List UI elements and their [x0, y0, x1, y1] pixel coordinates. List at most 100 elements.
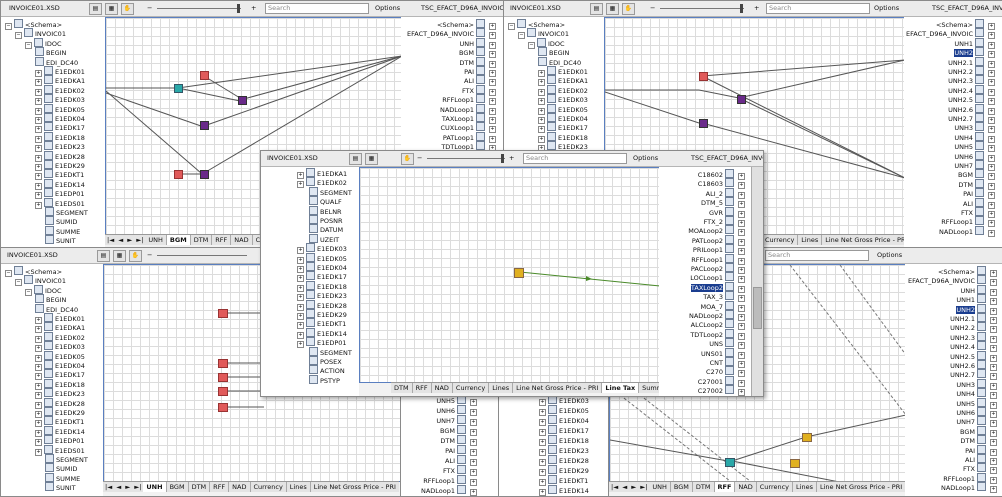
tree-node[interactable]: SUMID — [45, 216, 77, 226]
target-node[interactable]: PATLoop2 + — [692, 234, 747, 246]
zoom-slider[interactable] — [427, 158, 505, 159]
search-input[interactable]: Search — [523, 153, 627, 164]
function-node[interactable] — [802, 433, 812, 442]
tree-node[interactable]: + E1EDK14 — [297, 327, 347, 339]
tree-node[interactable]: + E1EDK01 — [35, 313, 85, 324]
zoom-slider[interactable] — [157, 255, 247, 256]
tree-node[interactable]: +E1EDK28 — [35, 397, 85, 409]
tab-scroll-icon[interactable]: ◄ — [114, 482, 123, 492]
tree-node[interactable]: + E1EDKT1 — [35, 169, 84, 181]
tree-node[interactable]: − INVOIC01 — [518, 28, 569, 40]
function-node[interactable] — [218, 373, 228, 382]
function-node[interactable] — [790, 459, 800, 468]
target-node[interactable]: NADLoop2 + — [689, 310, 747, 321]
tree-node[interactable]: +E1EDK28 — [539, 455, 589, 466]
tree-node[interactable]: + E1EDK17 — [35, 122, 85, 134]
target-node[interactable]: NADLoop1 + — [941, 482, 999, 494]
tab[interactable]: RFF — [413, 383, 432, 393]
tab[interactable]: Currency — [453, 383, 490, 393]
target-node[interactable]: UNH2.3 + — [948, 75, 997, 87]
tree-node[interactable]: − <Schema> — [5, 266, 62, 277]
tree-node[interactable]: BELNR — [309, 205, 342, 216]
target-node[interactable]: PAI + — [464, 66, 498, 77]
tree-node[interactable]: UZEIT — [309, 233, 339, 244]
target-node[interactable]: DTM + — [958, 178, 997, 190]
grid-icon[interactable]: ▦ — [606, 3, 619, 15]
tree-node[interactable]: + E1EDK04 — [35, 113, 85, 124]
tree-node[interactable]: + E1EDP01 — [35, 188, 85, 200]
scrollbar-thumb[interactable] — [753, 287, 762, 329]
hand-icon[interactable]: ✋ — [401, 153, 414, 165]
zoom-out-icon[interactable]: − — [650, 4, 655, 12]
layout-icon[interactable]: ▤ — [89, 3, 102, 15]
tree-node[interactable]: + E1EDK18 — [35, 131, 85, 143]
tab[interactable]: RFF — [212, 235, 232, 245]
options-menu[interactable]: Options — [375, 4, 400, 12]
tree-node[interactable]: + E1EDK02 — [538, 84, 588, 96]
tree-node[interactable]: + E1EDK17 — [538, 122, 588, 134]
target-node[interactable]: UNH2.2 + — [950, 322, 999, 334]
tab[interactable]: Lines — [287, 482, 311, 492]
tree-node[interactable]: DATUM — [309, 224, 343, 234]
tree-node[interactable]: EDI_DC40 — [35, 56, 78, 67]
function-node[interactable] — [218, 359, 228, 368]
target-node[interactable]: NADLoop1 + — [939, 225, 997, 237]
function-node[interactable] — [200, 170, 209, 179]
tree-node[interactable]: + E1EDK14 — [539, 485, 589, 496]
tree-node[interactable]: +E1EDK28 — [35, 150, 85, 162]
grid-icon[interactable]: ▦ — [113, 250, 126, 262]
function-node[interactable] — [737, 95, 746, 104]
target-node[interactable]: UNH2.6 + — [948, 103, 997, 115]
tree-node[interactable]: PSTYP — [309, 374, 340, 385]
zoom-slider-knob[interactable] — [501, 154, 504, 163]
target-node[interactable]: <Schema> + — [938, 266, 999, 277]
tab-scroll-icon[interactable]: ► — [123, 482, 132, 492]
tab-scroll-icon[interactable]: |◄ — [103, 482, 114, 492]
expand-toggle-icon[interactable]: − — [15, 279, 22, 287]
tree-node[interactable]: + E1EDKT1 — [539, 475, 588, 486]
tree-node[interactable]: + E1EDK23 — [297, 290, 347, 302]
target-node[interactable]: UNH2.5 + — [950, 350, 999, 362]
tab[interactable]: NAD — [231, 235, 253, 245]
vertical-scrollbar[interactable] — [751, 167, 763, 396]
tree-node[interactable]: + E1EDS01 — [35, 444, 85, 456]
target-node[interactable]: UNH2.1 + — [948, 56, 997, 68]
tree-node[interactable]: + E1EDK23 — [35, 388, 85, 400]
options-menu[interactable]: Options — [874, 4, 899, 12]
target-node[interactable]: UNH2.6 + — [950, 360, 999, 371]
function-node[interactable] — [218, 309, 228, 318]
expand-toggle-icon[interactable]: − — [5, 23, 12, 30]
tree-node[interactable]: + E1EDKA1 — [35, 322, 85, 334]
target-node[interactable]: PAI + — [965, 444, 999, 456]
tree-node[interactable]: ACTION — [309, 365, 345, 375]
tree-node[interactable]: SEGMENT — [309, 186, 352, 197]
tab[interactable]: BGM — [671, 482, 693, 492]
tab[interactable]: Currency — [757, 482, 794, 492]
tree-node[interactable]: + E1EDK02 — [35, 84, 85, 96]
tree-node[interactable]: + E1EDK18 — [539, 435, 589, 446]
layout-icon[interactable]: ▤ — [349, 153, 362, 165]
tree-node[interactable]: + E1EDK17 — [539, 425, 589, 436]
tab-scroll-icon[interactable]: ► — [125, 235, 134, 245]
target-node[interactable]: TDTLoop2 + — [690, 328, 747, 340]
target-node[interactable]: BGM + — [958, 169, 997, 181]
tree-node[interactable]: + E1EDS01 — [35, 197, 85, 209]
tree-node[interactable]: BEGIN — [35, 47, 66, 57]
tree-node[interactable]: + E1EDK14 — [35, 178, 85, 190]
target-node[interactable]: PAI + — [445, 445, 479, 456]
target-node[interactable]: ALI + — [963, 197, 997, 209]
tree-node[interactable]: + E1EDK29 — [35, 407, 85, 418]
tree-node[interactable]: + E1EDK23 — [539, 445, 589, 456]
tab[interactable]: RFF — [210, 482, 230, 492]
target-node[interactable]: DTM + — [440, 435, 479, 446]
tree-node[interactable]: + E1EDK02 — [35, 331, 85, 343]
target-node[interactable]: C27001 + — [698, 375, 747, 387]
tree-node[interactable]: + E1EDK01 — [35, 66, 85, 77]
target-node[interactable]: UNH2.7 + — [948, 113, 997, 124]
target-node[interactable]: CUXLoop1 + — [441, 122, 498, 134]
options-menu[interactable]: Options — [877, 251, 902, 259]
target-node[interactable]: UNH5 + — [956, 397, 999, 409]
tree-node[interactable]: SUNIT — [45, 235, 76, 245]
tree-node[interactable]: + E1EDP01 — [297, 337, 347, 349]
target-node[interactable]: PATLoop1 + — [443, 131, 498, 143]
